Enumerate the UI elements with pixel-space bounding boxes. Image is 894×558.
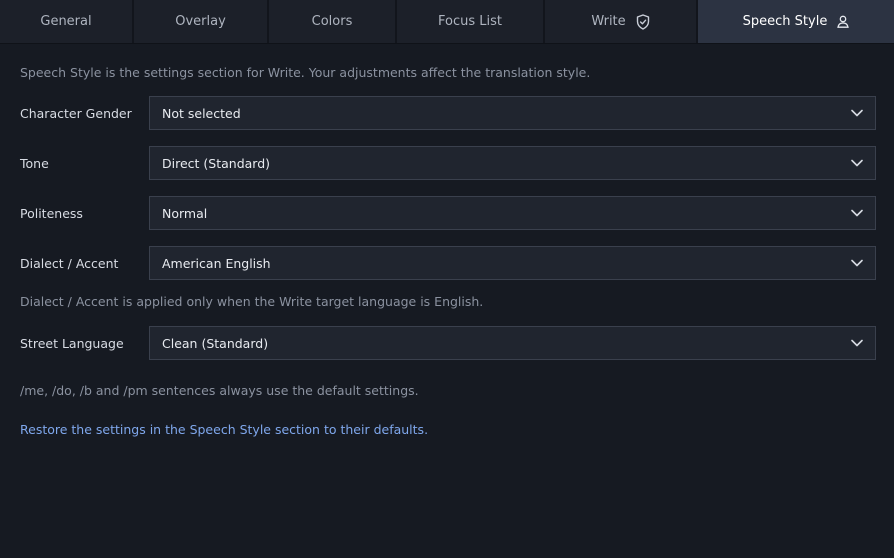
person-icon [837,15,850,28]
tab-overlay[interactable]: Overlay [134,0,269,43]
field-label: Dialect / Accent [20,255,119,271]
shield-check-icon [636,13,650,30]
politeness-select[interactable]: Normal [149,196,876,230]
character-gender-select[interactable]: Not selected [149,96,876,130]
tab-colors[interactable]: Colors [269,0,397,43]
tab-speech-style[interactable]: Speech Style [698,0,894,43]
chevron-down-icon [851,259,863,267]
tab-label: Write [591,14,626,29]
tab-label: Speech Style [742,14,828,29]
section-description: Speech Style is the settings section for… [20,65,591,80]
chevron-down-icon [851,109,863,117]
tab-label: Focus List [438,14,502,29]
tab-label: Overlay [175,14,226,29]
dialect-accent-select[interactable]: American English [149,246,876,280]
tab-label: Colors [311,14,353,29]
restore-defaults-link[interactable]: Restore the settings in the Speech Style… [20,423,876,437]
field-street-language: Street Language Clean (Standard) [20,326,876,360]
tab-label: General [40,14,92,29]
field-label: Politeness [20,205,83,221]
select-value: Clean (Standard) [162,335,269,351]
tone-select[interactable]: Direct (Standard) [149,146,876,180]
chevron-down-icon [851,339,863,347]
field-politeness: Politeness Normal [20,196,876,230]
tab-bar: General Overlay Colors Focus List Write … [0,0,894,44]
dialect-note: Dialect / Accent is applied only when th… [20,294,484,309]
field-label: Character Gender [20,105,132,121]
field-label: Tone [20,155,49,171]
field-tone: Tone Direct (Standard) [20,146,876,180]
field-dialect-accent: Dialect / Accent American English [20,246,876,280]
chevron-down-icon [851,159,863,167]
select-value: Normal [162,205,208,221]
commands-note: /me, /do, /b and /pm sentences always us… [20,383,419,398]
field-label: Street Language [20,335,124,351]
tab-write[interactable]: Write [545,0,698,43]
tab-general[interactable]: General [0,0,134,43]
field-character-gender: Character Gender Not selected [20,96,876,130]
select-value: American English [162,255,271,271]
street-language-select[interactable]: Clean (Standard) [149,326,876,360]
select-value: Not selected [162,105,241,121]
select-value: Direct (Standard) [162,155,271,171]
tab-focus-list[interactable]: Focus List [397,0,545,43]
speech-style-panel: Speech Style is the settings section for… [0,66,894,437]
chevron-down-icon [851,209,863,217]
